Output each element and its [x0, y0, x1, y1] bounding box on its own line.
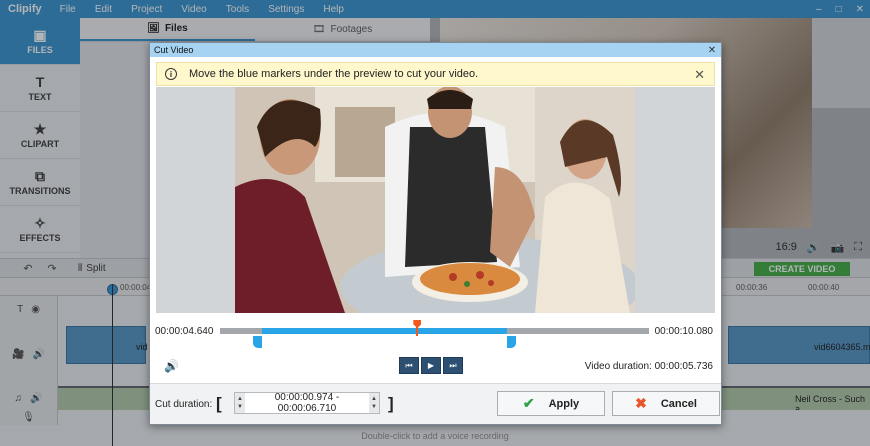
trim-start-marker[interactable]	[252, 336, 262, 348]
set-start-bracket-icon[interactable]: [	[216, 394, 222, 414]
close-icon[interactable]: ✕	[706, 43, 718, 57]
set-end-bracket-icon[interactable]: ]	[388, 394, 394, 414]
step-back-icon[interactable]: ⏮	[399, 357, 419, 374]
cut-duration-value[interactable]: 00:00:00.974 - 00:00:06.710	[245, 392, 369, 414]
video-frame	[235, 87, 635, 313]
close-icon: ✖	[635, 395, 647, 411]
cancel-button[interactable]: ✖ Cancel	[612, 391, 720, 416]
dialog-titlebar: Cut Video ✕	[150, 43, 721, 57]
video-frame-image	[235, 87, 635, 313]
checkmark-icon: ✔	[522, 395, 535, 411]
apply-button[interactable]: ✔ Apply	[497, 391, 605, 416]
end-time: 00:00:10.080	[654, 326, 713, 337]
spin-start-icon[interactable]: ▲ ▼	[235, 393, 245, 413]
play-icon[interactable]: ▶	[421, 357, 441, 374]
info-bar: i Move the blue markers under the previe…	[156, 62, 715, 86]
info-icon: i	[165, 68, 177, 80]
cut-video-dialog: Cut Video ✕ i Move the blue markers unde…	[149, 42, 722, 425]
video-duration: Video duration: 00:00:05.736	[584, 361, 713, 372]
dialog-footer: Cut duration: [ ▲ ▼ 00:00:00.974 - 00:00:…	[150, 383, 721, 424]
dismiss-info-icon[interactable]: ✕	[694, 67, 705, 83]
playback-controls: ⏮ ▶ ⏭	[399, 357, 463, 374]
apply-label: Apply	[548, 397, 580, 410]
info-text: Move the blue markers under the preview …	[189, 68, 479, 80]
trim-end-marker[interactable]	[506, 336, 516, 348]
video-preview-area	[156, 87, 715, 313]
trim-selection	[261, 328, 507, 334]
dialog-title: Cut Video	[154, 45, 194, 55]
cut-duration-field[interactable]: ▲ ▼ 00:00:00.974 - 00:00:06.710 ▲ ▼	[234, 392, 380, 414]
cut-duration-label: Cut duration:	[155, 399, 213, 410]
start-time: 00:00:04.640	[155, 326, 214, 337]
step-forward-icon[interactable]: ⏭	[443, 357, 463, 374]
position-marker[interactable]	[413, 320, 422, 328]
cancel-label: Cancel	[660, 397, 697, 410]
spin-end-icon[interactable]: ▲ ▼	[369, 393, 379, 413]
volume-icon[interactable]: 🔊	[164, 359, 179, 373]
